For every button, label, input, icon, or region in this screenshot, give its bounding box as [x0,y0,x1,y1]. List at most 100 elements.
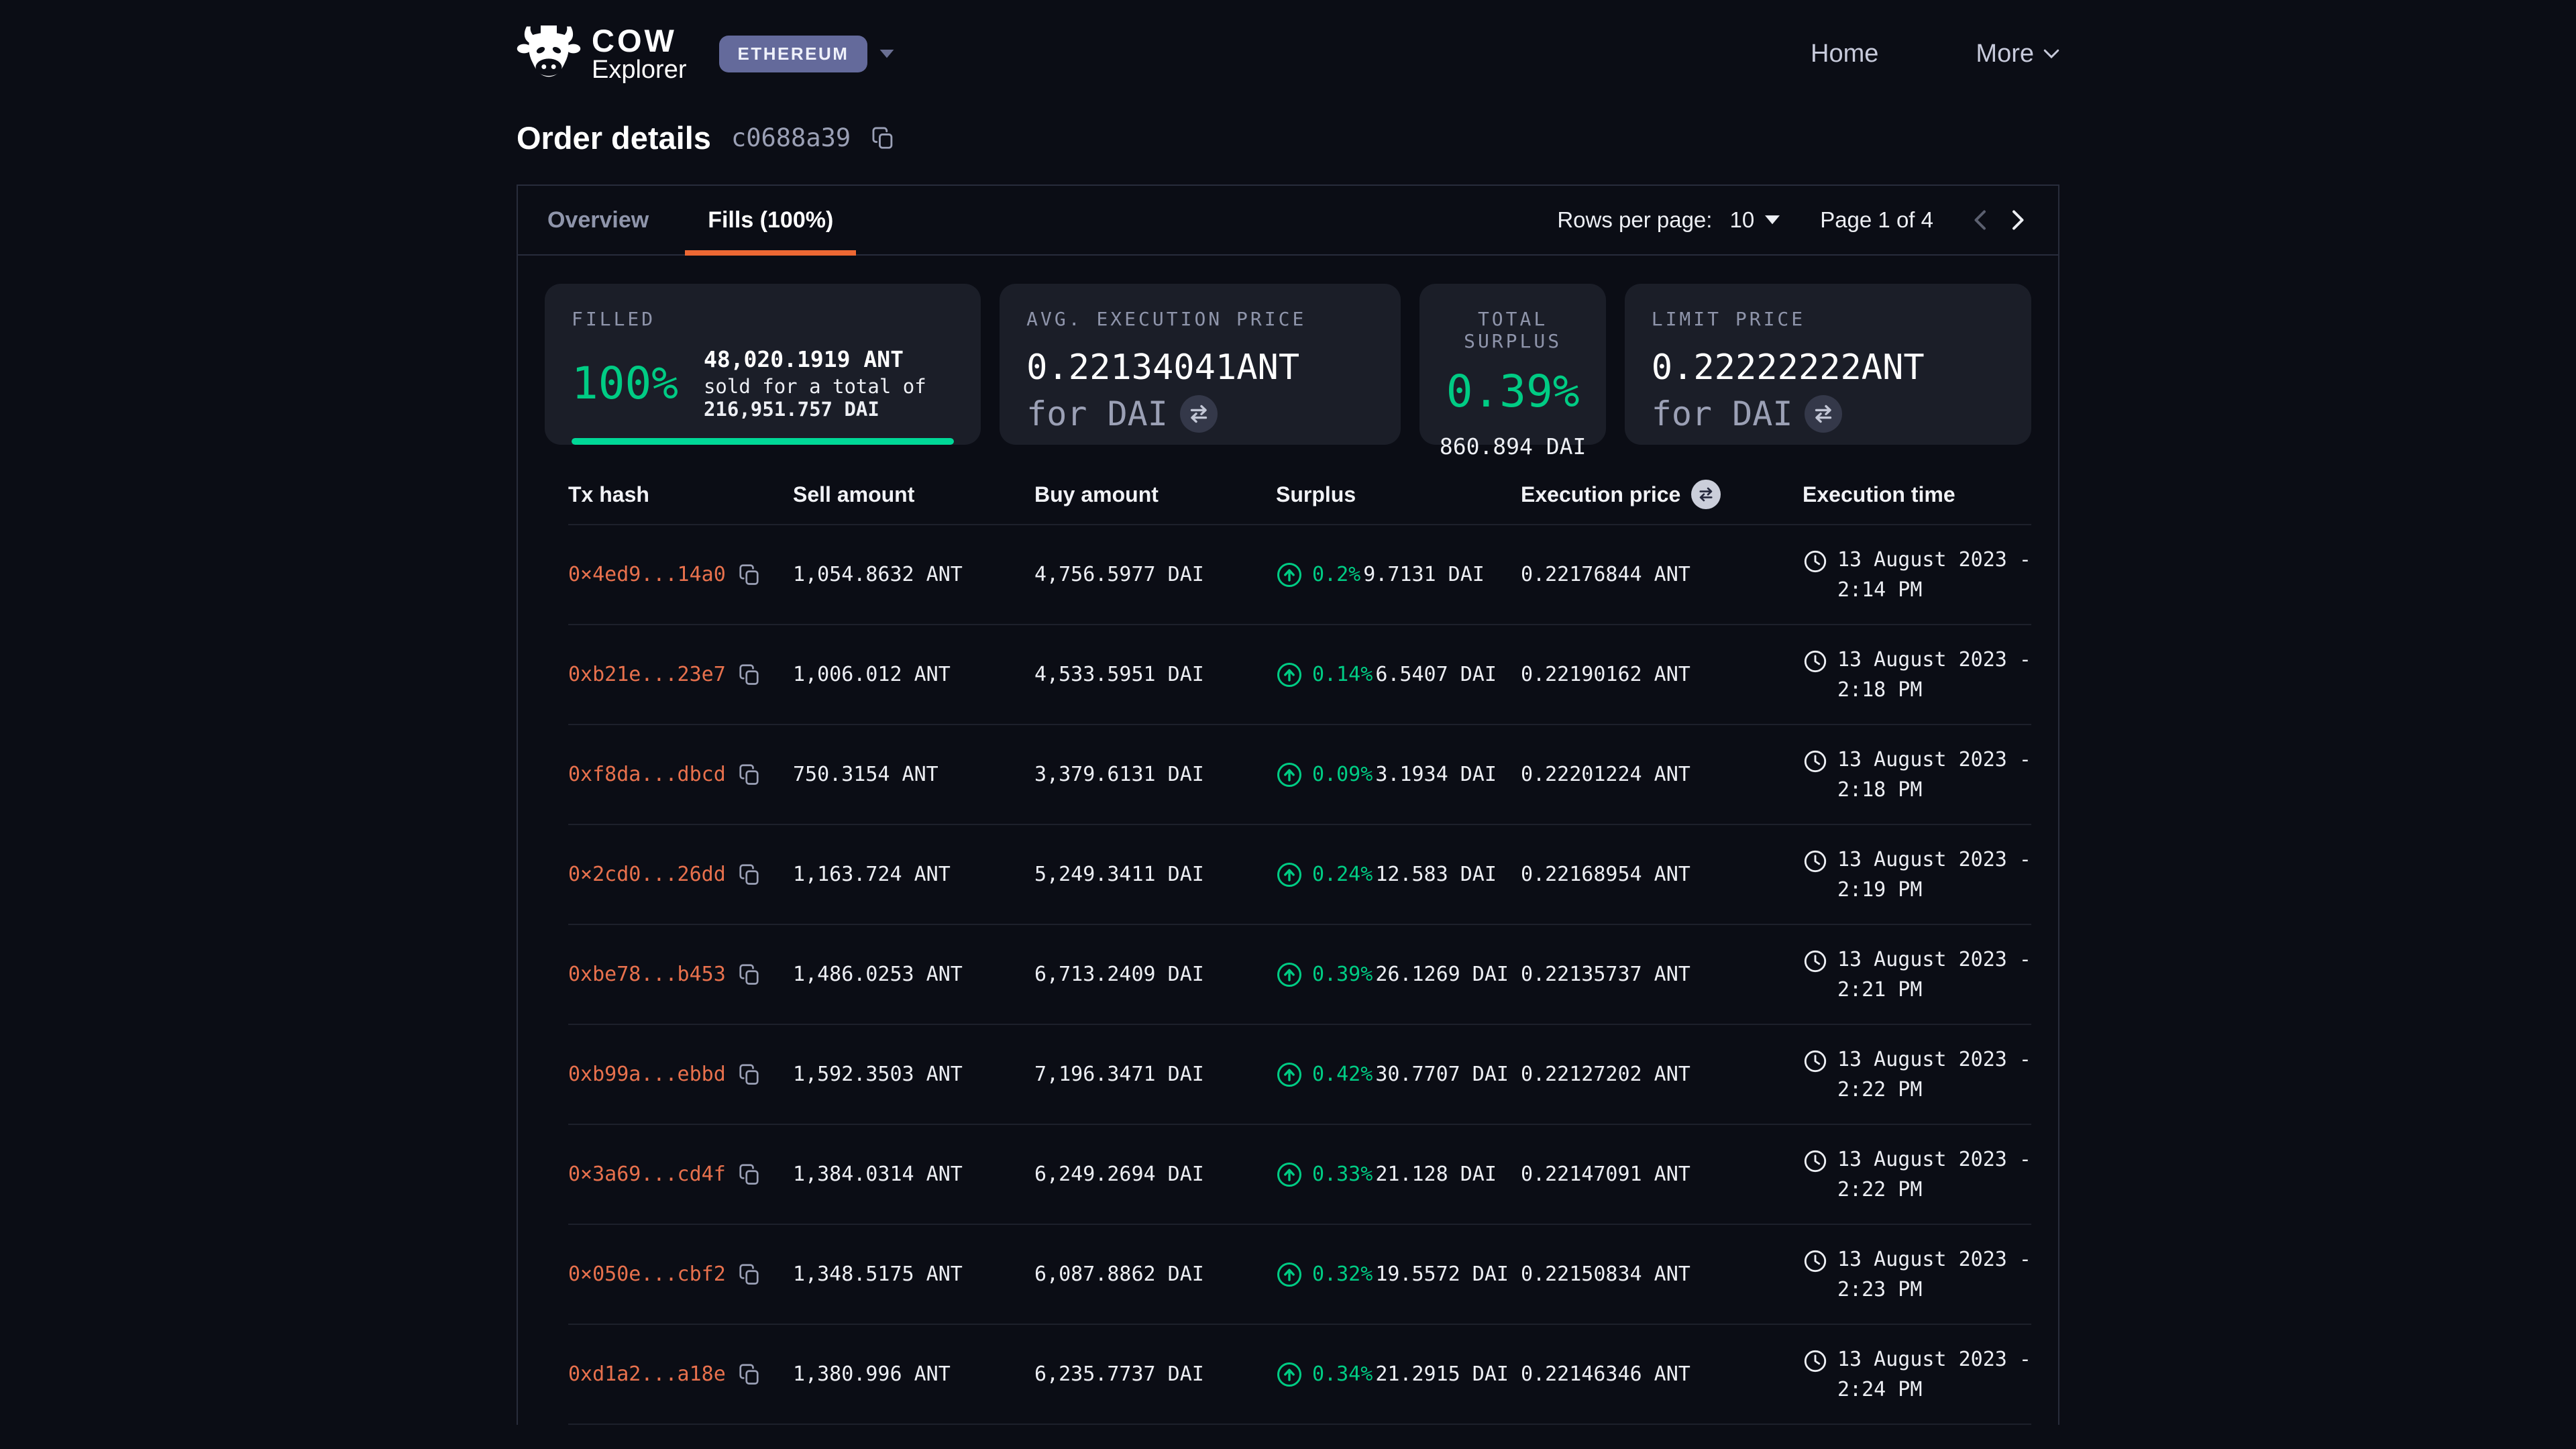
table-row: 0xb99a...ebbd 1,592.3503 ANT 7,196.3471 … [568,1025,2031,1125]
tx-hash-link[interactable]: 0xbe78...b453 [568,963,726,986]
surplus-percent: 0.33% [1312,1163,1373,1186]
copy-icon[interactable] [738,1362,762,1387]
surplus-amount: 19.5572 DAI [1375,1263,1509,1286]
invert-price-icon[interactable] [1805,395,1842,433]
execution-time-text: 13 August 2023 - 2:22 PM [1837,1044,2031,1105]
tx-hash-link[interactable]: 0×3a69...cd4f [568,1163,726,1186]
limit-price-unit: for DAI [1652,394,1793,433]
total-surplus-percent: 0.39% [1433,366,1592,417]
surplus-cell: 0.42% 30.7707 DAI [1276,1061,1521,1088]
tx-hash-cell: 0xb21e...23e7 [568,663,793,687]
surplus-amount: 21.2915 DAI [1375,1362,1509,1386]
logo-wordmark: COW [592,25,687,57]
cow-explorer-logo[interactable]: COW Explorer [517,24,687,83]
tx-hash-link[interactable]: 0xd1a2...a18e [568,1362,726,1386]
tx-hash-cell: 0×4ed9...14a0 [568,563,793,587]
copy-icon[interactable] [871,125,896,151]
surplus-amount: 9.7131 DAI [1363,563,1485,586]
tx-hash-cell: 0×2cd0...26dd [568,863,793,887]
limit-price-label: LIMIT PRICE [1652,308,2004,330]
tx-hash-link[interactable]: 0xf8da...dbcd [568,763,726,786]
buy-amount-cell: 4,533.5951 DAI [1034,663,1276,686]
next-page-button[interactable] [1999,202,2035,238]
execution-time-text: 13 August 2023 - 2:14 PM [1837,545,2031,605]
invert-price-icon[interactable] [1180,395,1218,433]
clock-icon [1803,945,1828,974]
copy-icon[interactable] [738,663,762,687]
rows-per-page-select[interactable]: 10 [1729,207,1780,233]
copy-icon[interactable] [738,763,762,787]
tx-hash-link[interactable]: 0xb99a...ebbd [568,1063,726,1086]
tx-hash-cell: 0xf8da...dbcd [568,763,793,787]
filled-amount: 48,020.1919 ANT [704,346,954,372]
surplus-up-icon [1276,561,1303,588]
surplus-amount: 12.583 DAI [1375,863,1497,886]
tab-fills[interactable]: Fills (100%) [678,186,863,254]
copy-icon[interactable] [738,1063,762,1087]
tx-hash-link[interactable]: 0×4ed9...14a0 [568,563,726,586]
buy-amount-cell: 6,713.2409 DAI [1034,963,1276,986]
execution-time-cell: 13 August 2023 - 2:14 PM [1803,545,2031,605]
copy-icon[interactable] [738,863,762,887]
total-surplus-label: TOTAL SURPLUS [1433,308,1592,352]
tx-hash-cell: 0xd1a2...a18e [568,1362,793,1387]
sell-amount-cell: 1,592.3503 ANT [793,1063,1034,1086]
clock-icon [1803,645,1828,674]
network-selector[interactable]: ETHEREUM [719,36,895,72]
execution-time-text: 13 August 2023 - 2:19 PM [1837,845,2031,905]
sell-amount-cell: 1,163.724 ANT [793,863,1034,886]
tab-overview[interactable]: Overview [518,186,678,254]
col-header-execution-time: Execution time [1803,482,2031,507]
sell-amount-cell: 1,384.0314 ANT [793,1163,1034,1186]
surplus-amount: 30.7707 DAI [1375,1063,1509,1086]
copy-icon[interactable] [738,963,762,987]
table-body: 0×4ed9...14a0 1,054.8632 ANT 4,756.5977 … [568,525,2031,1425]
prev-page-button[interactable] [1963,202,1999,238]
surplus-up-icon [1276,761,1303,788]
col-header-tx-hash: Tx hash [568,482,793,507]
surplus-up-icon [1276,1061,1303,1088]
execution-time-cell: 13 August 2023 - 2:19 PM [1803,845,2031,905]
surplus-percent: 0.09% [1312,763,1373,786]
page-indicator: Page 1 of 4 [1820,207,1933,233]
tx-hash-link[interactable]: 0×050e...cbf2 [568,1263,726,1286]
top-bar: COW Explorer ETHEREUM Home More [517,0,2059,87]
clock-icon [1803,1044,1828,1074]
sell-amount-cell: 1,006.012 ANT [793,663,1034,686]
nav-item-more[interactable]: More [1976,40,2059,68]
surplus-up-icon [1276,1361,1303,1388]
buy-amount-cell: 6,087.8862 DAI [1034,1263,1276,1286]
network-badge[interactable]: ETHEREUM [719,36,868,72]
surplus-up-icon [1276,1261,1303,1288]
avg-execution-price-card: AVG. EXECUTION PRICE 0.22134041ANT for D… [1000,284,1401,445]
execution-time-cell: 13 August 2023 - 2:18 PM [1803,645,2031,705]
surplus-amount: 6.5407 DAI [1375,663,1497,686]
execution-time-text: 13 August 2023 - 2:18 PM [1837,645,2031,705]
chevron-left-icon [1968,207,1994,233]
surplus-percent: 0.42% [1312,1063,1373,1086]
execution-time-cell: 13 August 2023 - 2:21 PM [1803,945,2031,1005]
execution-price-cell: 0.22168954 ANT [1521,863,1803,886]
avg-execution-price-label: AVG. EXECUTION PRICE [1026,308,1374,330]
table-row: 0×050e...cbf2 1,348.5175 ANT 6,087.8862 … [568,1225,2031,1325]
surplus-amount: 3.1934 DAI [1375,763,1497,786]
filled-card: FILLED 100% 48,020.1919 ANT sold for a t… [545,284,981,445]
tx-hash-link[interactable]: 0xb21e...23e7 [568,663,726,686]
copy-icon[interactable] [738,1163,762,1187]
execution-time-text: 13 August 2023 - 2:23 PM [1837,1244,2031,1305]
limit-price-card: LIMIT PRICE 0.22222222ANT for DAI [1625,284,2031,445]
nav-item-home[interactable]: Home [1811,40,1878,68]
avg-execution-price-unit: for DAI [1026,394,1168,433]
clock-icon [1803,1144,1828,1174]
invert-price-icon[interactable] [1691,480,1721,509]
copy-icon[interactable] [738,563,762,587]
tx-hash-cell: 0×3a69...cd4f [568,1163,793,1187]
surplus-cell: 0.14% 6.5407 DAI [1276,661,1521,688]
surplus-up-icon [1276,861,1303,888]
surplus-cell: 0.2% 9.7131 DAI [1276,561,1521,588]
tx-hash-link[interactable]: 0×2cd0...26dd [568,863,726,886]
surplus-amount: 21.128 DAI [1375,1163,1497,1186]
buy-amount-cell: 6,235.7737 DAI [1034,1362,1276,1386]
table-row: 0xbe78...b453 1,486.0253 ANT 6,713.2409 … [568,925,2031,1025]
copy-icon[interactable] [738,1263,762,1287]
